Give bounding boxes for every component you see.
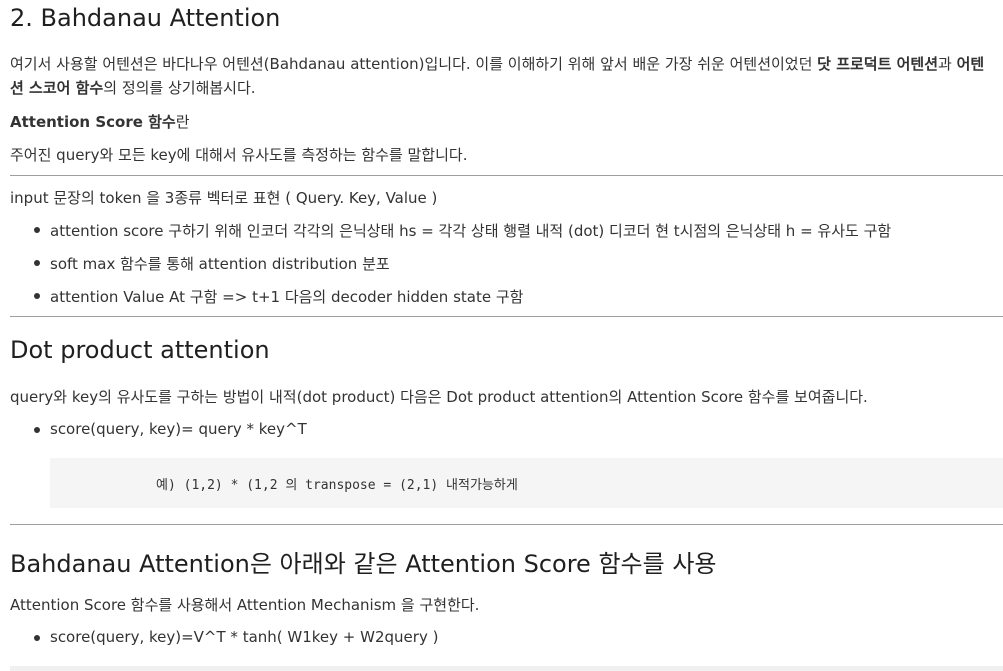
dot-product-description: query와 key의 유사도를 구하는 방법이 내적(dot product)… bbox=[10, 388, 868, 406]
score-fn-heading-bold: Attention Score 함수 bbox=[10, 113, 176, 131]
code-block: 예) (1,2) * (1,2 의 transpose = (2,1) 내적가능… bbox=[50, 458, 1003, 508]
list-item: soft max 함수를 통해 attention distribution 분… bbox=[34, 255, 390, 273]
score-fn-heading-rest: 란 bbox=[175, 113, 190, 131]
divider bbox=[10, 175, 1003, 176]
section-title-bahdanau: 2. Bahdanau Attention bbox=[10, 4, 281, 32]
code-example: 예) (1,2) * (1,2 의 transpose = (2,1) 내적가능… bbox=[156, 478, 518, 493]
intro-paragraph: 여기서 사용할 어텐션은 바다나우 어텐션(Bahdanau attention… bbox=[10, 52, 995, 100]
intro-bold-dot-product: 닷 프로덕트 어텐션 bbox=[817, 55, 939, 73]
list-item: score(query, key)= query * key^T bbox=[34, 420, 307, 438]
intro-text-2: 과 bbox=[938, 55, 957, 73]
divider bbox=[10, 316, 1003, 317]
intro-text-1: 여기서 사용할 어텐션은 바다나우 어텐션(Bahdanau attention… bbox=[10, 55, 818, 73]
bahdanau-score-description: Attention Score 함수를 사용해서 Attention Mecha… bbox=[10, 596, 480, 614]
bottom-divider bbox=[10, 666, 1003, 671]
intro-text-3: 의 정의를 상기해봅시다. bbox=[103, 79, 256, 97]
list-item: attention score 구하기 위해 인코더 각각의 은닉상태 hs =… bbox=[33, 222, 892, 240]
list-item: score(query, key)=V^T * tanh( W1key + W2… bbox=[33, 628, 439, 646]
list-item: attention Value At 구함 => t+1 다음의 decoder… bbox=[33, 288, 524, 306]
document-page: 2. Bahdanau Attention 여기서 사용할 어텐션은 바다나우 … bbox=[0, 0, 1003, 671]
section-title-dot-product: Dot product attention bbox=[10, 336, 270, 364]
score-fn-description: 주어진 query와 모든 key에 대해서 유사도를 측정하는 함수를 말합니… bbox=[10, 146, 468, 164]
score-fn-heading: Attention Score 함수란 bbox=[10, 110, 995, 134]
section-title-bahdanau-score: Bahdanau Attention은 아래와 같은 Attention Sco… bbox=[10, 550, 717, 578]
divider bbox=[10, 524, 1003, 525]
input-vectors-line: input 문장의 token 을 3종류 벡터로 표현 ( Query. Ke… bbox=[10, 189, 438, 207]
